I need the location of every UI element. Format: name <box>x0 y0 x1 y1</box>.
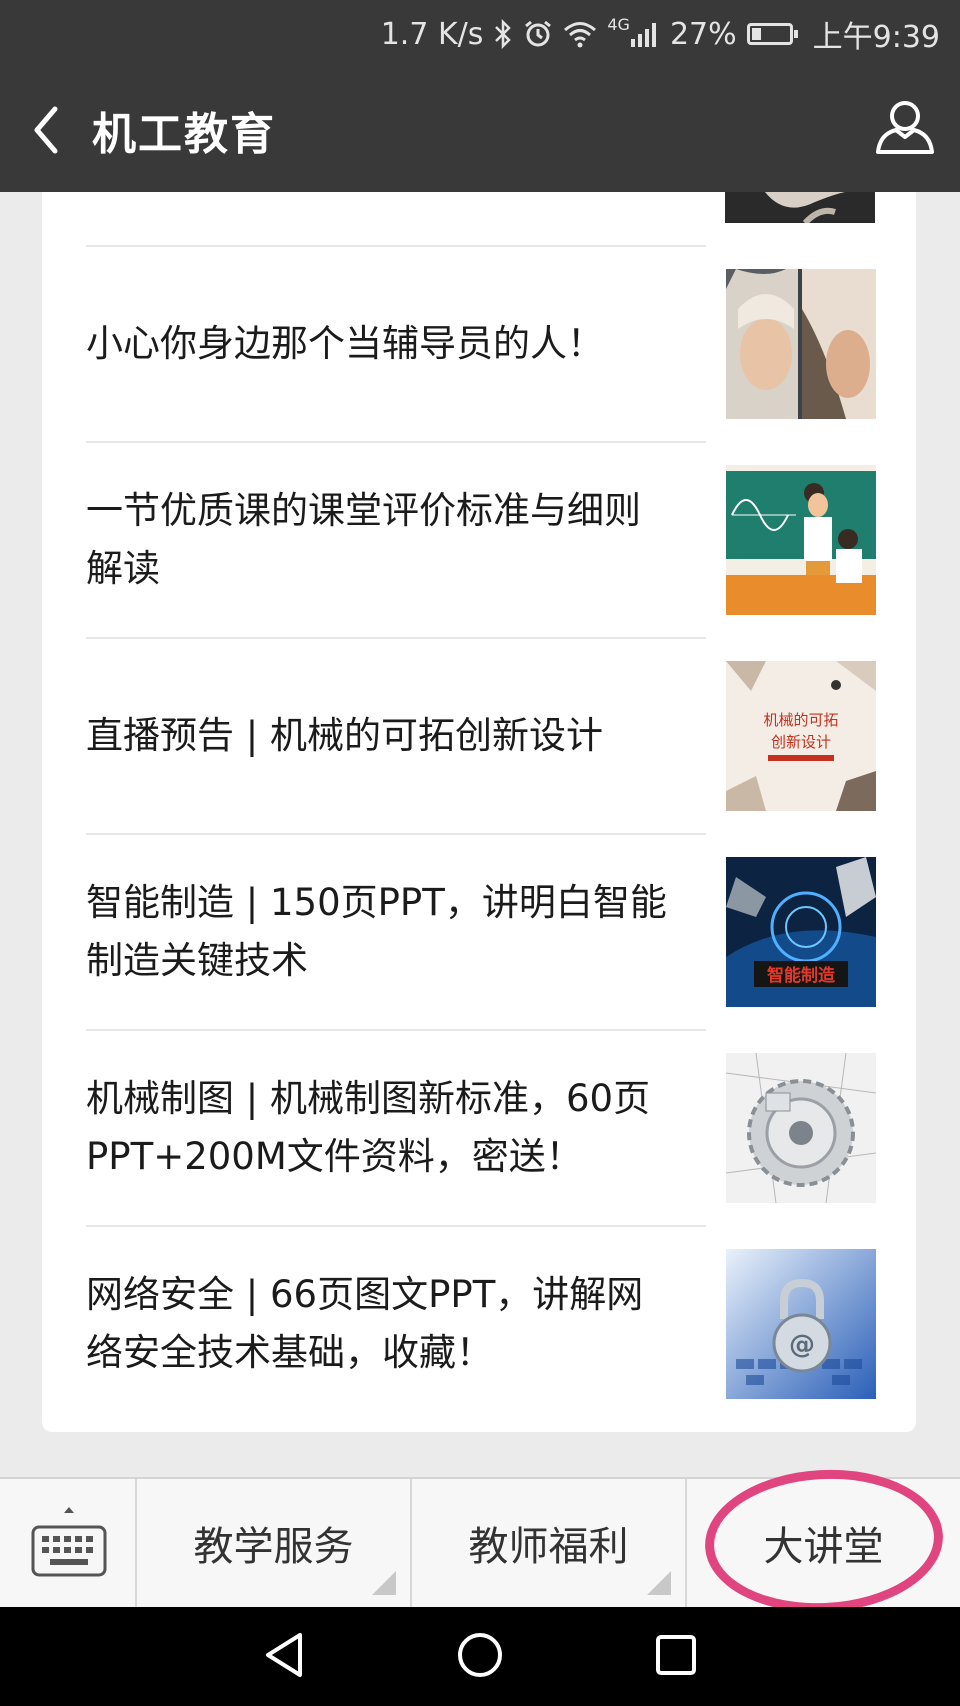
alarm-icon <box>523 19 553 49</box>
battery-icon <box>746 23 798 45</box>
back-button[interactable] <box>0 68 92 192</box>
system-nav-bar <box>0 1607 960 1706</box>
net-speed: 1.7 K/s <box>380 16 484 52</box>
signal-icon: 4G <box>607 15 660 47</box>
status-bar: 1.7 K/s 4G 27% 上午9:39 <box>0 0 960 68</box>
battery-percent: 27% <box>669 16 737 52</box>
article-title: 网络安全 | 66页图文PPT，讲解网络安全技术基础，收藏！ <box>86 1273 644 1374</box>
article-item[interactable]: 一节优质课的课堂评价标准与细则解读 <box>86 443 876 637</box>
submenu-indicator-icon <box>372 1571 396 1595</box>
poster-line-2: 创新设计 <box>771 733 831 751</box>
security-lock-thumbnail: @ <box>726 1249 876 1399</box>
clock: 上午9:39 <box>812 20 940 55</box>
previous-article-thumbnail[interactable] <box>725 192 875 223</box>
nav-bar: 机工教育 <box>0 68 960 192</box>
article-title: 智能制造 | 150页PPT，讲明白智能制造关键技术 <box>86 881 667 982</box>
design-poster-thumbnail: 机械的可拓 创新设计 <box>726 661 876 811</box>
article-title: 小心你身边那个当辅导员的人！ <box>86 322 604 365</box>
menu-lecture-hall[interactable]: 大讲堂 <box>687 1479 960 1607</box>
menu-teaching-service[interactable]: 教学服务 <box>137 1479 412 1607</box>
article-item[interactable]: 机械制图 | 机械制图新标准，60页PPT+200M文件资料，密送！ <box>86 1031 876 1225</box>
profile-icon <box>876 101 934 154</box>
bottom-menu-bar: 教学服务 教师福利 大讲堂 <box>0 1477 960 1607</box>
bluetooth-icon <box>493 19 513 49</box>
article-item[interactable]: 直播预告 | 机械的可拓创新设计 机械的可拓 创新设计 <box>86 639 876 833</box>
profile-button[interactable] <box>872 96 938 162</box>
svg-text:@: @ <box>789 1330 815 1360</box>
recents-square-icon[interactable] <box>654 1633 698 1681</box>
signal-type: 4G <box>607 14 630 34</box>
article-item[interactable]: 小心你身边那个当辅导员的人！ <box>86 247 876 441</box>
robot-arm-thumbnail: 智能制造 <box>726 857 876 1007</box>
menu-teacher-benefits[interactable]: 教师福利 <box>412 1479 687 1607</box>
home-circle-icon[interactable] <box>456 1631 504 1683</box>
article-title: 机械制图 | 机械制图新标准，60页PPT+200M文件资料，密送！ <box>86 1077 651 1178</box>
menu-label: 教学服务 <box>193 1524 354 1570</box>
article-title: 直播预告 | 机械的可拓创新设计 <box>86 714 603 757</box>
article-title: 一节优质课的课堂评价标准与细则解读 <box>86 489 641 590</box>
wifi-icon <box>563 20 597 48</box>
submenu-indicator-icon <box>647 1571 671 1595</box>
menu-label: 教师福利 <box>468 1524 629 1570</box>
thumb-caption: 智能制造 <box>767 965 836 986</box>
article-list-card: 小心你身边那个当辅导员的人！ 一节优质课的课堂评价标准与细则解读 直播预告 | … <box>42 192 916 1432</box>
woman-portrait-thumbnail <box>726 269 876 419</box>
back-arrow-icon <box>34 106 58 154</box>
poster-line-1: 机械的可拓 <box>763 711 838 729</box>
back-triangle-icon[interactable] <box>262 1631 306 1683</box>
article-item[interactable]: 网络安全 | 66页图文PPT，讲解网络安全技术基础，收藏！ @ <box>86 1227 876 1421</box>
keyboard-toggle-button[interactable] <box>0 1479 137 1607</box>
menu-label: 大讲堂 <box>763 1524 884 1570</box>
keyboard-icon <box>31 1507 107 1577</box>
article-item[interactable]: 智能制造 | 150页PPT，讲明白智能制造关键技术 智能制造 <box>86 835 876 1029</box>
gear-drawing-thumbnail <box>726 1053 876 1203</box>
page-title: 机工教育 <box>92 109 276 160</box>
classroom-illustration-thumbnail <box>726 465 876 615</box>
